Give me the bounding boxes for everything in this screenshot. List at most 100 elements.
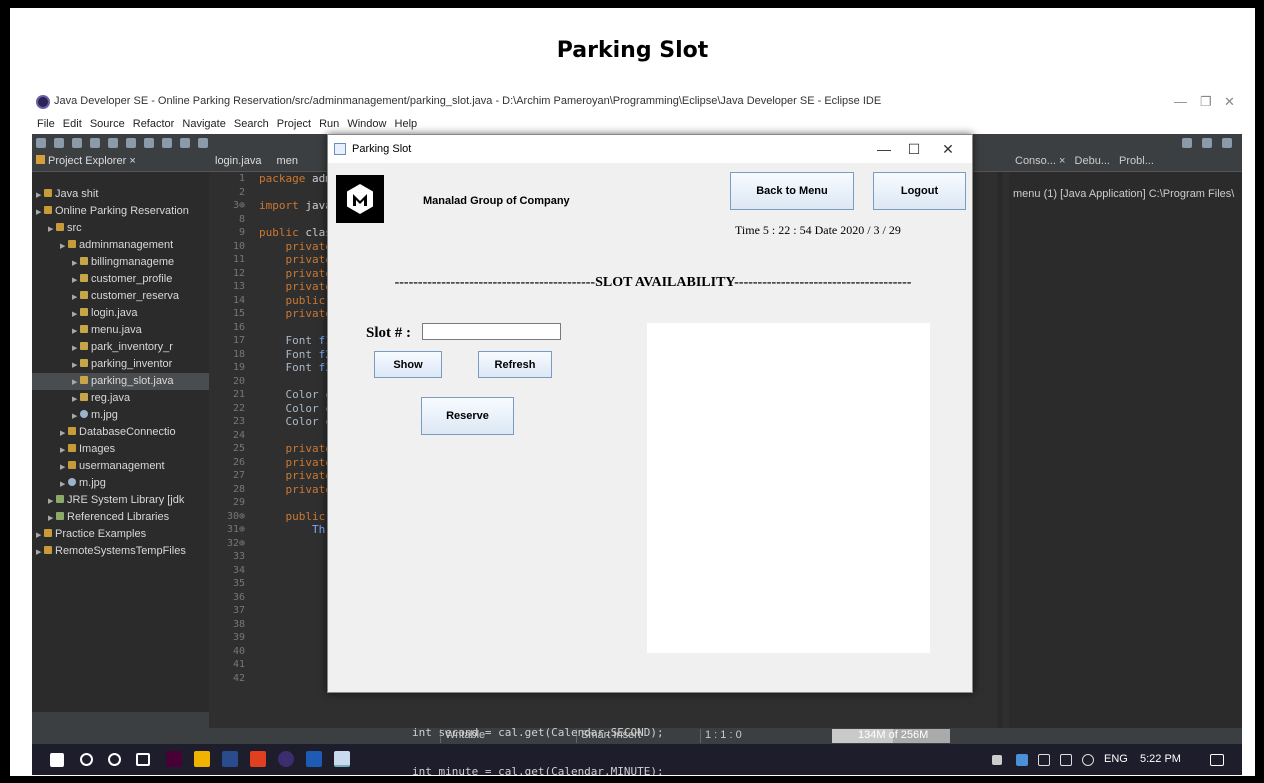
tab-debug[interactable]: Debu... bbox=[1075, 155, 1110, 167]
tree-item[interactable]: ▶ menu.java bbox=[32, 322, 209, 339]
expand-arrow-icon[interactable]: ▶ bbox=[60, 238, 68, 254]
word-app-icon[interactable] bbox=[306, 751, 322, 767]
tree-item[interactable]: ▶ m.jpg bbox=[32, 475, 209, 492]
expand-arrow-icon[interactable]: ▶ bbox=[48, 493, 56, 509]
tree-item[interactable]: ▶ JRE System Library [jdk bbox=[32, 492, 209, 509]
tab-console[interactable]: Conso... bbox=[1015, 155, 1056, 167]
show-hidden-icons-icon[interactable] bbox=[992, 755, 1002, 765]
expand-arrow-icon[interactable]: ▶ bbox=[72, 374, 80, 390]
stop-icon[interactable] bbox=[144, 138, 154, 148]
new-icon[interactable] bbox=[36, 138, 46, 148]
menu-source[interactable]: Source bbox=[90, 118, 125, 130]
expand-arrow-icon[interactable]: ▶ bbox=[72, 323, 80, 339]
minimize-icon[interactable]: — bbox=[1174, 94, 1187, 109]
reserve-button[interactable]: Reserve bbox=[421, 397, 514, 435]
dialog-close-icon[interactable]: ✕ bbox=[938, 139, 958, 159]
menu-search[interactable]: Search bbox=[234, 118, 269, 130]
tree-item[interactable]: ▶ park_inventory_r bbox=[32, 339, 209, 356]
menu-window[interactable]: Window bbox=[347, 118, 386, 130]
search-icon[interactable] bbox=[180, 138, 190, 148]
java-perspective-icon[interactable] bbox=[1202, 138, 1212, 148]
restore-icon[interactable]: ❐ bbox=[1200, 94, 1212, 110]
expand-arrow-icon[interactable]: ▶ bbox=[72, 306, 80, 322]
xd-app-icon[interactable] bbox=[166, 751, 182, 767]
language-indicator[interactable]: ENG bbox=[1104, 753, 1128, 765]
perspective-icon[interactable] bbox=[198, 138, 208, 148]
menu-file[interactable]: File bbox=[37, 118, 55, 130]
tree-item[interactable]: ▶ parking_slot.java bbox=[32, 373, 209, 390]
slot-number-input[interactable] bbox=[422, 323, 561, 340]
volume-icon[interactable] bbox=[1082, 754, 1094, 766]
expand-arrow-icon[interactable]: ▶ bbox=[72, 272, 80, 288]
close-icon[interactable]: ✕ bbox=[1224, 94, 1235, 110]
expand-arrow-icon[interactable]: ▶ bbox=[72, 357, 80, 373]
expand-arrow-icon[interactable]: ▶ bbox=[60, 442, 68, 458]
file-explorer-icon[interactable] bbox=[194, 751, 210, 767]
expand-arrow-icon[interactable]: ▶ bbox=[48, 510, 56, 526]
expand-arrow-icon[interactable]: ▶ bbox=[72, 340, 80, 356]
battery-icon[interactable] bbox=[1038, 754, 1050, 766]
expand-arrow-icon[interactable]: ▶ bbox=[72, 391, 80, 407]
expand-arrow-icon[interactable]: ▶ bbox=[36, 527, 44, 543]
network-icon[interactable] bbox=[1060, 754, 1072, 766]
security-icon[interactable] bbox=[1016, 754, 1028, 766]
expand-arrow-icon[interactable]: ▶ bbox=[60, 425, 68, 441]
cortana-icon[interactable] bbox=[108, 753, 121, 766]
expand-arrow-icon[interactable]: ▶ bbox=[36, 187, 44, 203]
tab-login-java[interactable]: login.java bbox=[209, 152, 267, 170]
pause-icon[interactable] bbox=[126, 138, 136, 148]
menu-refactor[interactable]: Refactor bbox=[133, 118, 175, 130]
windows-start-icon[interactable] bbox=[50, 753, 64, 767]
tab-menu-java[interactable]: men bbox=[271, 152, 304, 170]
expand-arrow-icon[interactable]: ▶ bbox=[60, 459, 68, 475]
tree-item[interactable]: ▶ Referenced Libraries bbox=[32, 509, 209, 526]
refresh-button[interactable]: Refresh bbox=[478, 351, 552, 378]
tree-item[interactable]: ▶ RemoteSystemsTempFiles bbox=[32, 543, 209, 560]
tree-item[interactable]: ▶ m.jpg bbox=[32, 407, 209, 424]
dialog-maximize-icon[interactable]: ☐ bbox=[904, 139, 924, 159]
heap-status[interactable]: 134M of 256M bbox=[832, 729, 950, 743]
tree-item[interactable]: ▶ Java shit bbox=[32, 186, 209, 203]
run-icon[interactable] bbox=[108, 138, 118, 148]
tree-item[interactable]: ▶ usermanagement bbox=[32, 458, 209, 475]
search-icon[interactable] bbox=[80, 753, 93, 766]
tree-item[interactable]: ▶ DatabaseConnectio bbox=[32, 424, 209, 441]
tree-item[interactable]: ▶ Images bbox=[32, 441, 209, 458]
task-view-icon[interactable] bbox=[136, 753, 150, 766]
expand-arrow-icon[interactable]: ▶ bbox=[72, 408, 80, 424]
project-explorer-tab[interactable]: Project Explorer × bbox=[32, 152, 209, 172]
taskbar-clock[interactable]: 5:22 PM bbox=[1140, 753, 1181, 765]
expand-arrow-icon[interactable]: ▶ bbox=[60, 476, 68, 492]
back-to-menu-button[interactable]: Back to Menu bbox=[730, 172, 854, 210]
menu-run[interactable]: Run bbox=[319, 118, 339, 130]
menu-edit[interactable]: Edit bbox=[63, 118, 82, 130]
menu-navigate[interactable]: Navigate bbox=[182, 118, 225, 130]
debug-perspective-icon[interactable] bbox=[1222, 138, 1232, 148]
tree-item[interactable]: ▶ adminmanagement bbox=[32, 237, 209, 254]
menu-project[interactable]: Project bbox=[277, 118, 311, 130]
expand-arrow-icon[interactable]: ▶ bbox=[72, 255, 80, 271]
menu-help[interactable]: Help bbox=[395, 118, 418, 130]
expand-arrow-icon[interactable]: ▶ bbox=[36, 544, 44, 560]
tree-item[interactable]: ▶ reg.java bbox=[32, 390, 209, 407]
ide-app-icon[interactable] bbox=[222, 751, 238, 767]
tree-item[interactable]: ▶ parking_inventor bbox=[32, 356, 209, 373]
debug-icon[interactable] bbox=[90, 138, 100, 148]
tree-item[interactable]: ▶ Practice Examples bbox=[32, 526, 209, 543]
expand-arrow-icon[interactable]: ▶ bbox=[72, 289, 80, 305]
tab-problems[interactable]: Probl... bbox=[1119, 155, 1154, 167]
explorer-horizontal-scrollbar[interactable] bbox=[32, 712, 209, 728]
quick-access-icon[interactable] bbox=[1182, 138, 1192, 148]
eclipse-app-icon[interactable] bbox=[278, 751, 294, 767]
show-button[interactable]: Show bbox=[374, 351, 442, 378]
brave-browser-icon[interactable] bbox=[250, 751, 266, 767]
print-icon[interactable] bbox=[72, 138, 82, 148]
save-icon[interactable] bbox=[54, 138, 64, 148]
tree-item[interactable]: ▶ login.java bbox=[32, 305, 209, 322]
tree-item[interactable]: ▶ customer_profile bbox=[32, 271, 209, 288]
java-app-icon[interactable] bbox=[334, 751, 350, 767]
tree-item[interactable]: ▶ customer_reserva bbox=[32, 288, 209, 305]
tree-item[interactable]: ▶ src bbox=[32, 220, 209, 237]
expand-arrow-icon[interactable]: ▶ bbox=[48, 221, 56, 237]
dialog-minimize-icon[interactable]: — bbox=[874, 139, 894, 159]
